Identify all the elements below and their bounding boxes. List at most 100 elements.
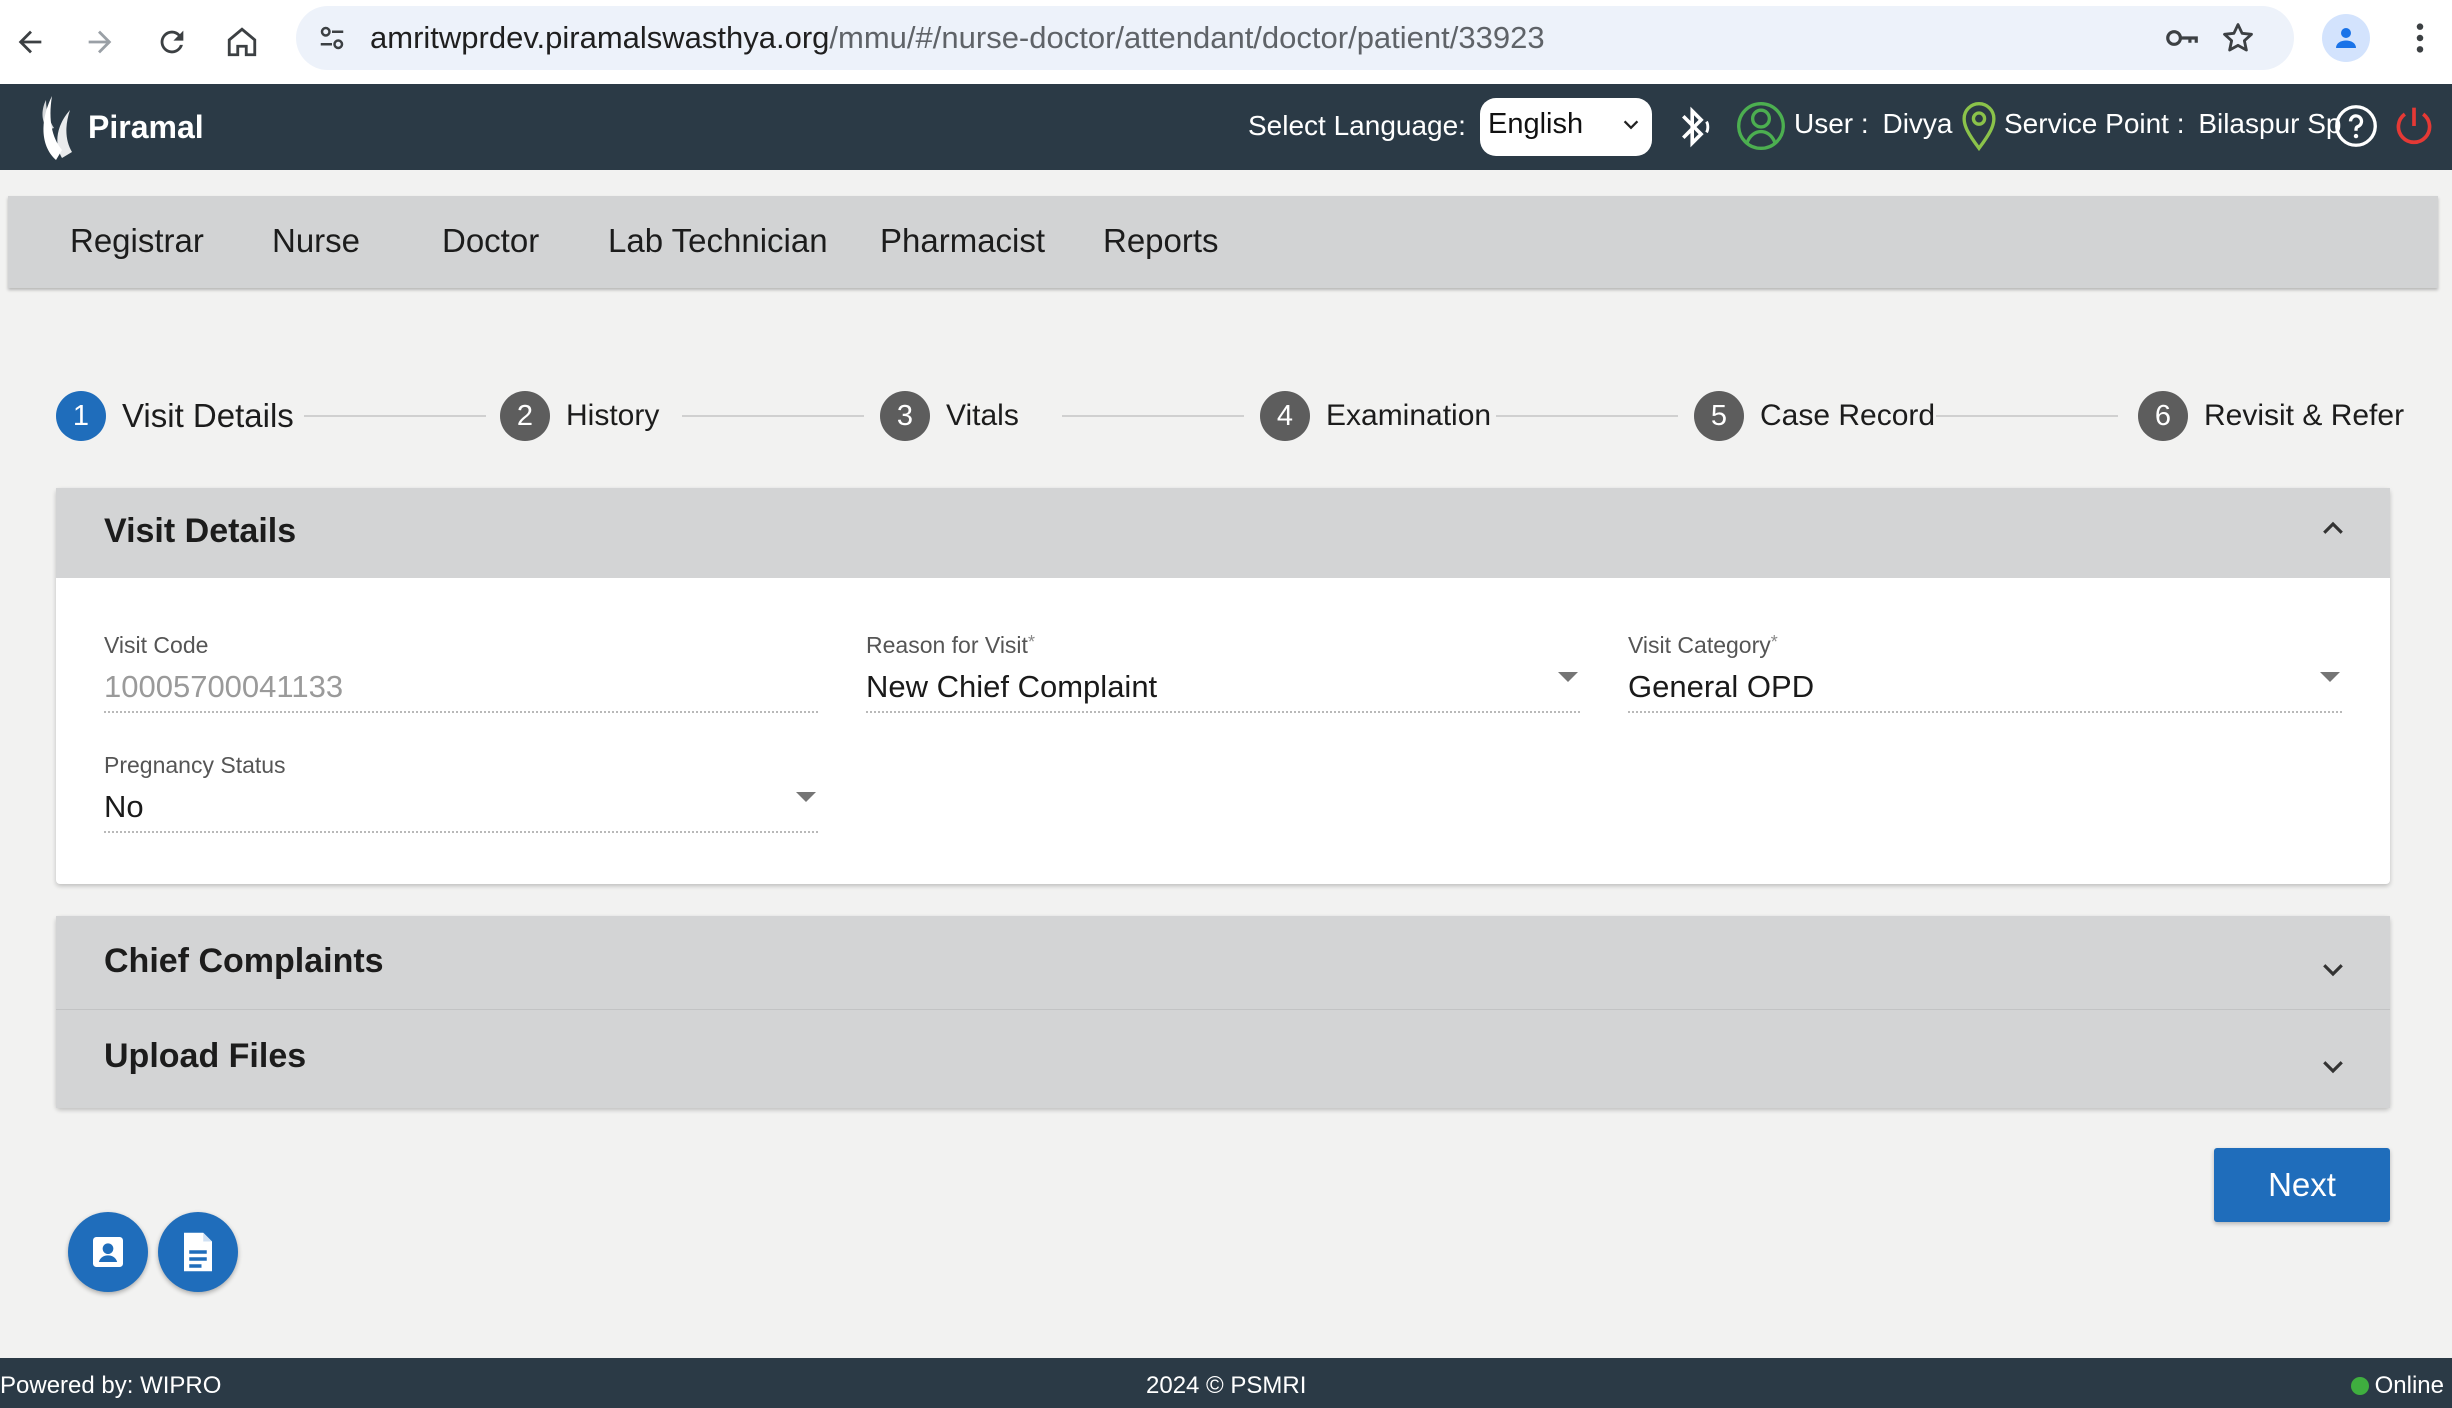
reload-icon[interactable] bbox=[144, 14, 200, 70]
nav-item-pharmacist[interactable]: Pharmacist bbox=[880, 222, 1045, 260]
stepper-connector bbox=[304, 415, 486, 417]
step-label: Case Record bbox=[1760, 399, 1936, 432]
copyright-text: 2024 © PSMRI bbox=[1146, 1372, 1307, 1399]
field-underline bbox=[1628, 711, 2342, 713]
bluetooth-icon[interactable] bbox=[1672, 102, 1716, 152]
role-navigation: Registrar Nurse Doctor Lab Technician Ph… bbox=[8, 196, 2438, 288]
location-pin-icon bbox=[1962, 102, 1996, 152]
stepper-connector bbox=[1062, 415, 1244, 417]
collapsed-panels: Chief Complaints Upload Files bbox=[56, 916, 2390, 1108]
visit-details-header[interactable]: Visit Details bbox=[56, 488, 2390, 578]
bookmark-star-icon[interactable] bbox=[2218, 18, 2258, 58]
step-label: History bbox=[566, 399, 660, 432]
panel-title: Visit Details bbox=[104, 512, 297, 550]
step-label: Visit Details bbox=[122, 397, 294, 434]
pregnancy-status-value: No bbox=[104, 789, 144, 824]
chevron-down-icon[interactable] bbox=[2318, 954, 2348, 984]
document-icon bbox=[184, 1232, 212, 1272]
visit-code-label: Visit Code bbox=[104, 632, 209, 658]
step-case-record[interactable]: 5 Case Record bbox=[1694, 390, 1935, 442]
step-number: 2 bbox=[500, 391, 550, 441]
nav-item-nurse[interactable]: Nurse bbox=[272, 222, 360, 260]
panel-title: Upload Files bbox=[104, 1037, 307, 1075]
connection-status: Online bbox=[2350, 1372, 2444, 1400]
language-select[interactable]: English bbox=[1480, 98, 1652, 156]
visit-category-select[interactable]: Visit Category* General OPD bbox=[1628, 632, 2342, 713]
app-footer: Powered by: WIPRO 2024 © PSMRI Online bbox=[0, 1358, 2452, 1408]
next-button[interactable]: Next bbox=[2214, 1148, 2390, 1222]
dropdown-arrow-icon[interactable] bbox=[1558, 672, 1578, 682]
user-info: User : Divya bbox=[1794, 108, 1952, 140]
visit-category-value: General OPD bbox=[1628, 669, 1815, 704]
panel-title: Chief Complaints bbox=[104, 942, 384, 980]
step-number: 3 bbox=[880, 391, 930, 441]
stepper-connector bbox=[1936, 415, 2118, 417]
service-point-value: Bilaspur Sp bbox=[2198, 108, 2342, 139]
url-text[interactable]: amritwprdev.piramalswasthya.org/mmu/#/nu… bbox=[370, 20, 1545, 56]
chevron-down-icon[interactable] bbox=[2318, 1051, 2348, 1081]
visit-code-field: Visit Code 10005700041133 bbox=[104, 632, 818, 713]
step-number: 5 bbox=[1694, 391, 1744, 441]
powered-by-text: Powered by: WIPRO bbox=[0, 1372, 222, 1399]
step-number: 4 bbox=[1260, 391, 1310, 441]
pregnancy-status-label: Pregnancy Status bbox=[104, 752, 286, 778]
address-bar[interactable]: amritwprdev.piramalswasthya.org/mmu/#/nu… bbox=[296, 6, 2294, 70]
nav-item-registrar[interactable]: Registrar bbox=[70, 222, 204, 260]
browser-profile-icon[interactable] bbox=[2322, 14, 2370, 62]
step-revisit-refer[interactable]: 6 Revisit & Refer bbox=[2138, 390, 2404, 442]
field-underline bbox=[866, 711, 1580, 713]
step-label: Examination bbox=[1326, 399, 1492, 432]
step-label: Vitals bbox=[946, 399, 1019, 432]
field-underline bbox=[104, 711, 818, 713]
back-arrow-icon[interactable] bbox=[2, 14, 58, 70]
browser-toolbar: amritwprdev.piramalswasthya.org/mmu/#/nu… bbox=[0, 0, 2452, 84]
user-name: Divya bbox=[1882, 108, 1953, 139]
user-label: User : bbox=[1794, 108, 1869, 139]
nav-item-doctor[interactable]: Doctor bbox=[442, 222, 539, 260]
user-icon bbox=[1737, 102, 1785, 150]
step-history[interactable]: 2 History bbox=[500, 390, 659, 442]
reason-for-visit-value: New Chief Complaint bbox=[866, 669, 1158, 704]
logo-text: Piramal bbox=[88, 108, 204, 145]
help-icon[interactable] bbox=[2334, 104, 2378, 148]
stepper-connector bbox=[682, 415, 864, 417]
power-logout-icon[interactable] bbox=[2392, 104, 2436, 148]
piramal-leaf-icon bbox=[42, 96, 72, 160]
online-status-text: Online bbox=[2374, 1372, 2444, 1399]
step-examination[interactable]: 4 Examination bbox=[1260, 390, 1491, 442]
reason-for-visit-select[interactable]: Reason for Visit* New Chief Complaint bbox=[866, 632, 1580, 713]
visit-details-panel: Visit Details Visit Code 10005700041133 … bbox=[56, 488, 2390, 884]
site-info-icon[interactable] bbox=[312, 18, 352, 58]
language-value: English bbox=[1488, 108, 1584, 140]
dropdown-arrow-icon[interactable] bbox=[2320, 672, 2340, 682]
service-point-label: Service Point : bbox=[2004, 108, 2185, 139]
step-visit-details[interactable]: 1 Visit Details bbox=[56, 390, 294, 442]
chief-complaints-header[interactable]: Chief Complaints bbox=[56, 916, 2390, 1010]
reason-for-visit-label: Reason for Visit* bbox=[866, 632, 1035, 658]
pregnancy-status-select[interactable]: Pregnancy Status No bbox=[104, 752, 818, 833]
visit-code-value: 10005700041133 bbox=[104, 669, 344, 704]
chevron-up-icon[interactable] bbox=[2318, 514, 2348, 544]
forward-arrow-icon[interactable] bbox=[72, 14, 128, 70]
language-label: Select Language: bbox=[1248, 110, 1466, 141]
home-icon[interactable] bbox=[214, 14, 270, 70]
stepper-connector bbox=[1496, 415, 1678, 417]
visit-category-label: Visit Category* bbox=[1628, 632, 1778, 658]
password-key-icon[interactable] bbox=[2162, 18, 2202, 58]
online-status-dot bbox=[2350, 1377, 2369, 1395]
step-label: Revisit & Refer bbox=[2204, 399, 2405, 432]
field-underline bbox=[104, 831, 818, 833]
patient-profile-button[interactable] bbox=[68, 1212, 148, 1292]
step-vitals[interactable]: 3 Vitals bbox=[880, 390, 1019, 442]
service-point-info: Service Point : Bilaspur Sp bbox=[2004, 108, 2342, 140]
document-button[interactable] bbox=[158, 1212, 238, 1292]
step-number: 6 bbox=[2138, 391, 2188, 441]
piramal-logo: Piramal bbox=[36, 90, 204, 164]
nav-item-lab-technician[interactable]: Lab Technician bbox=[608, 222, 828, 260]
browser-menu-icon[interactable] bbox=[2396, 14, 2444, 62]
dropdown-arrow-icon[interactable] bbox=[796, 792, 816, 802]
app-header: Piramal Select Language: English User : … bbox=[0, 84, 2452, 170]
upload-files-header[interactable]: Upload Files bbox=[56, 1011, 2390, 1108]
contact-card-icon bbox=[93, 1237, 123, 1267]
nav-item-reports[interactable]: Reports bbox=[1103, 222, 1219, 260]
